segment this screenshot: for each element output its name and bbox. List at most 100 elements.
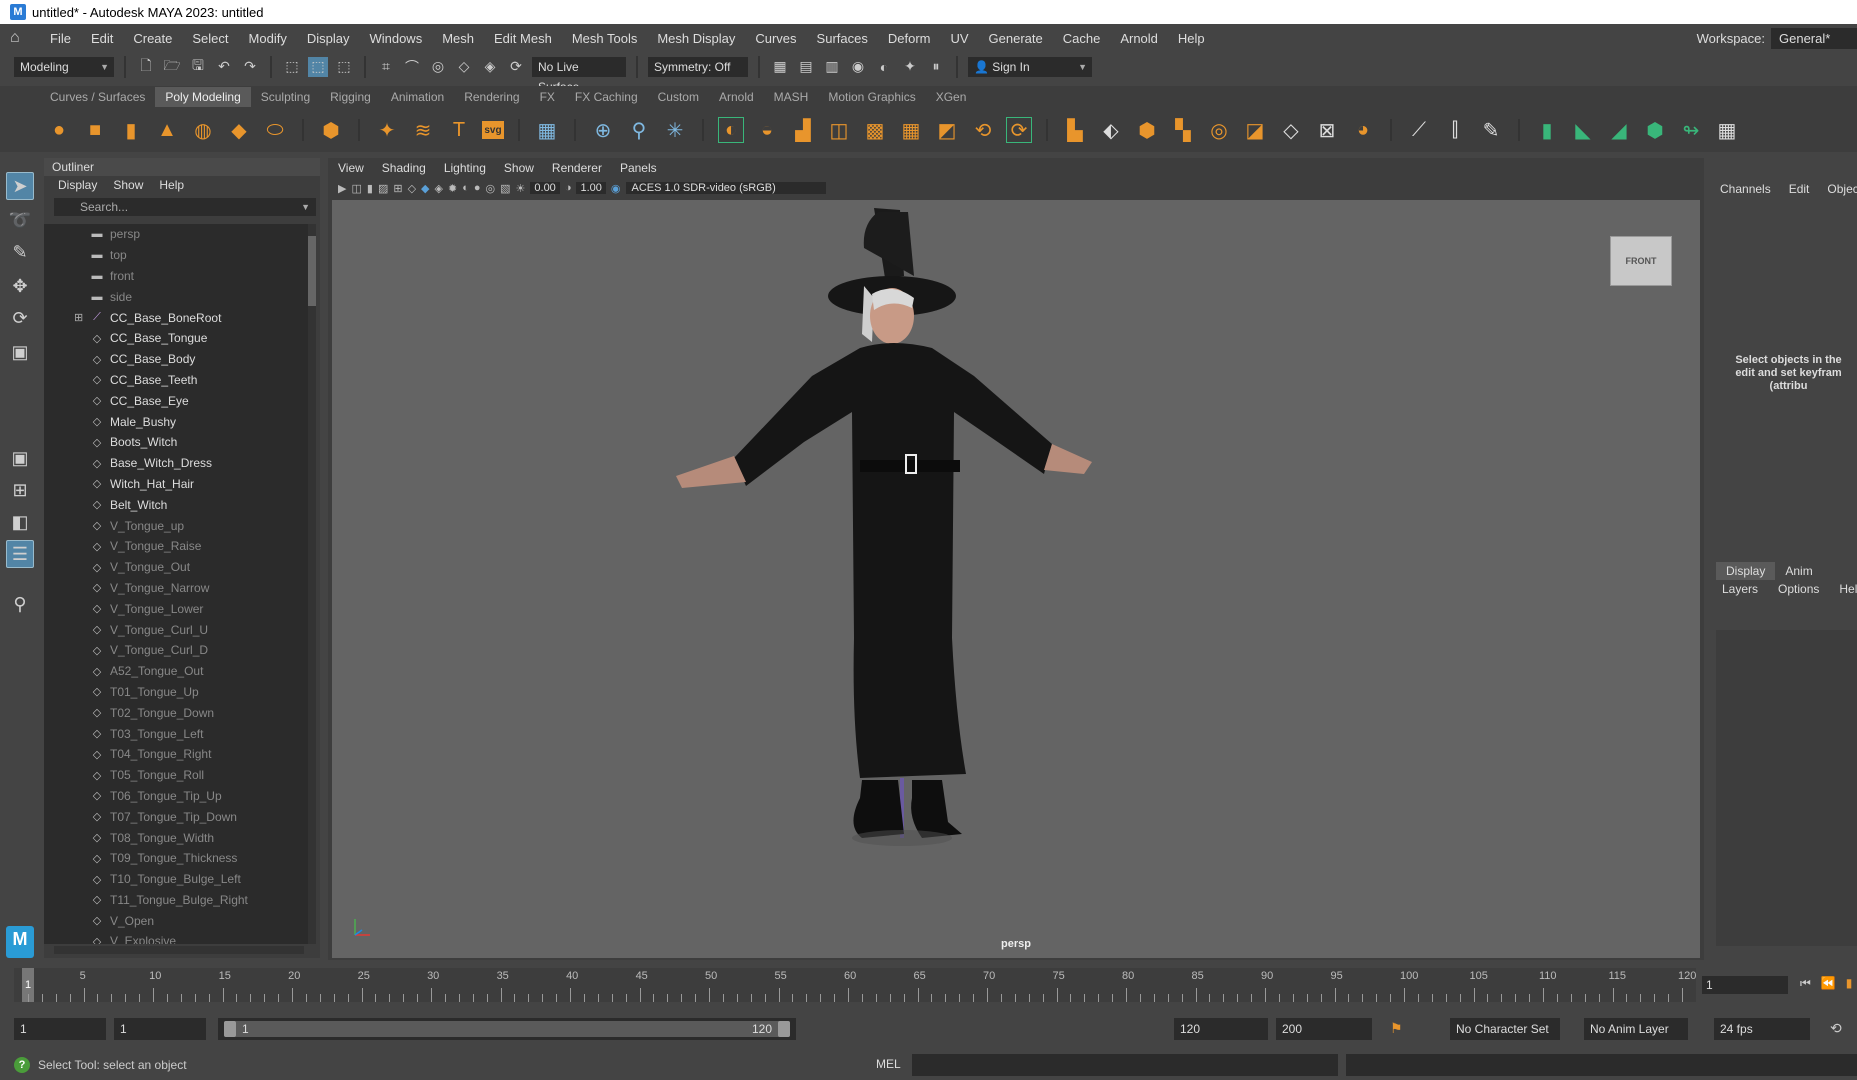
- shelf-tab-motion-graphics[interactable]: Motion Graphics: [818, 87, 925, 107]
- poke-icon[interactable]: ◪: [1242, 117, 1268, 143]
- anim-end-field[interactable]: 120: [1174, 1018, 1268, 1040]
- outliner-item[interactable]: ▬ persp: [44, 224, 310, 245]
- vp-menu-shading[interactable]: Shading: [382, 158, 426, 178]
- boolean-icon[interactable]: ▩: [862, 117, 888, 143]
- render-view-icon[interactable]: ▦: [770, 57, 790, 77]
- wireframe-icon[interactable]: ◇: [408, 182, 416, 195]
- poly-cylinder-icon[interactable]: ▮: [118, 117, 144, 143]
- magnify-icon[interactable]: ⚲: [6, 590, 34, 618]
- outliner-layout-icon[interactable]: ☰: [6, 540, 34, 568]
- shelf-tab-rigging[interactable]: Rigging: [320, 87, 381, 107]
- vp-menu-renderer[interactable]: Renderer: [552, 158, 602, 178]
- outliner-item[interactable]: ◇ Belt_Witch: [44, 494, 310, 515]
- workspace-dropdown[interactable]: General*: [1771, 27, 1857, 49]
- textured-icon[interactable]: ◈: [435, 182, 443, 195]
- outliner-item[interactable]: ◇ T08_Tongue_Width: [44, 827, 310, 848]
- quad-draw-icon[interactable]: ✎: [1478, 117, 1504, 143]
- scale-tool-icon[interactable]: ▣: [6, 338, 34, 366]
- camera-select-icon[interactable]: ▶: [338, 182, 346, 195]
- outliner-item[interactable]: ▬ front: [44, 266, 310, 287]
- tab-display[interactable]: Display: [1716, 562, 1776, 580]
- outliner-item[interactable]: ◇ V_Tongue_Lower: [44, 598, 310, 619]
- live-surface-field[interactable]: No Live Surface: [532, 56, 626, 94]
- outliner-item[interactable]: ◇ Base_Witch_Dress: [44, 453, 310, 474]
- character-set-dropdown[interactable]: No Character Set: [1450, 1018, 1560, 1040]
- center-pivot-icon[interactable]: ⊕: [590, 117, 616, 143]
- shelf-tab-animation[interactable]: Animation: [381, 87, 454, 107]
- exposure-icon[interactable]: ☀: [516, 182, 526, 195]
- wedge-icon[interactable]: ◎: [1206, 117, 1232, 143]
- menu-surfaces[interactable]: Surfaces: [807, 31, 878, 46]
- anim-layer-dropdown[interactable]: No Anim Layer: [1584, 1018, 1688, 1040]
- merge-icon[interactable]: ◇: [1278, 117, 1304, 143]
- home-icon[interactable]: ⌂: [10, 29, 28, 47]
- snap-grid-icon[interactable]: ⌗: [376, 57, 396, 77]
- color-management-icon[interactable]: ◉: [611, 182, 621, 195]
- outliner-item[interactable]: ◇ A52_Tongue_Out: [44, 661, 310, 682]
- viewport-3d-view[interactable]: FRONT persp: [332, 200, 1700, 958]
- range-handle-right[interactable]: [778, 1021, 790, 1037]
- layer-menu-options[interactable]: Options: [1778, 582, 1819, 596]
- menu-cache[interactable]: Cache: [1053, 31, 1111, 46]
- smooth-icon[interactable]: ▟: [790, 117, 816, 143]
- outliner-item[interactable]: ▬ top: [44, 245, 310, 266]
- outliner-item[interactable]: ◇ T11_Tongue_Bulge_Right: [44, 890, 310, 911]
- witch-model[interactable]: [332, 200, 1700, 958]
- gamma-icon[interactable]: ◑: [565, 182, 572, 194]
- combine-icon[interactable]: ◐: [718, 117, 744, 143]
- layer-menu-help[interactable]: Help: [1839, 582, 1857, 596]
- rotate-tool-icon[interactable]: ⟳: [6, 304, 34, 332]
- outliner-item[interactable]: ◇ V_Explosive: [44, 931, 310, 944]
- menuset-dropdown[interactable]: Modeling ▼: [14, 56, 114, 77]
- vp-menu-view[interactable]: View: [338, 158, 364, 178]
- loop-icon[interactable]: ⟲: [1830, 1020, 1842, 1037]
- outliner-menu-help[interactable]: Help: [159, 176, 184, 194]
- extrude-icon[interactable]: ▙: [1062, 117, 1088, 143]
- fps-dropdown[interactable]: 24 fps: [1714, 1018, 1810, 1040]
- outliner-menu-show[interactable]: Show: [113, 176, 143, 194]
- snap-point-icon[interactable]: ◎: [428, 57, 448, 77]
- poly-sphere-icon[interactable]: ●: [46, 117, 72, 143]
- outliner-item[interactable]: ◇ T05_Tongue_Roll: [44, 765, 310, 786]
- colorspace-dropdown[interactable]: ACES 1.0 SDR-video (sRGB): [625, 182, 826, 194]
- smooth-shade-icon[interactable]: ◆: [421, 182, 429, 195]
- bevel-icon[interactable]: ⬢: [1134, 117, 1160, 143]
- mirror-icon[interactable]: ◫: [826, 117, 852, 143]
- menu-display[interactable]: Display: [297, 31, 360, 46]
- outliner-item[interactable]: ◇ T01_Tongue_Up: [44, 682, 310, 703]
- scene-start-field[interactable]: 1: [14, 1018, 106, 1040]
- outliner-item[interactable]: ◇ V_Tongue_Out: [44, 557, 310, 578]
- poly-disc-icon[interactable]: ⬭: [262, 117, 288, 143]
- poly-cone-icon[interactable]: ▲: [154, 117, 180, 143]
- expand-icon[interactable]: ⊞: [74, 311, 83, 324]
- shelf-tab-xgen[interactable]: XGen: [926, 87, 977, 107]
- vp-menu-panels[interactable]: Panels: [620, 158, 657, 178]
- mel-label[interactable]: MEL: [876, 1057, 901, 1071]
- bookmark-icon[interactable]: ▮: [367, 182, 373, 195]
- sign-in-dropdown[interactable]: 👤 Sign In ▼: [968, 56, 1092, 77]
- save-scene-icon[interactable]: 🖫: [188, 57, 208, 77]
- fill-hole-icon[interactable]: ⟳: [1006, 117, 1032, 143]
- platonic-solid-icon[interactable]: ⬢: [318, 117, 344, 143]
- menu-create[interactable]: Create: [123, 31, 182, 46]
- render-frame-icon[interactable]: ▤: [796, 57, 816, 77]
- select-hierarchy-icon[interactable]: ⬚: [282, 57, 302, 77]
- shelf-tab-mash[interactable]: MASH: [764, 87, 819, 107]
- range-handle-left[interactable]: [224, 1021, 236, 1037]
- cb-menu-edit[interactable]: Edit: [1789, 182, 1810, 196]
- lights-icon[interactable]: ✹: [448, 182, 457, 195]
- select-tool-icon[interactable]: ➤: [6, 172, 34, 200]
- shelf-tab-fx[interactable]: FX: [530, 87, 565, 107]
- current-frame-field[interactable]: 1: [1702, 976, 1788, 994]
- outliner-item[interactable]: ◇ Male_Bushy: [44, 411, 310, 432]
- symmetry-dropdown[interactable]: Symmetry: Off: [648, 56, 748, 77]
- shadows-icon[interactable]: ◐: [462, 182, 469, 194]
- playback-more-icon[interactable]: ▮: [1846, 976, 1853, 991]
- select-shell-icon[interactable]: ↬: [1678, 117, 1704, 143]
- append-icon[interactable]: ▚: [1170, 117, 1196, 143]
- shelf-tab-sculpting[interactable]: Sculpting: [251, 87, 320, 107]
- snap-curve-icon[interactable]: ⌒: [402, 57, 422, 77]
- outliner-item[interactable]: ◇ T07_Tongue_Tip_Down: [44, 806, 310, 827]
- menu-help[interactable]: Help: [1168, 31, 1215, 46]
- outliner-item[interactable]: ◇ V_Open: [44, 910, 310, 931]
